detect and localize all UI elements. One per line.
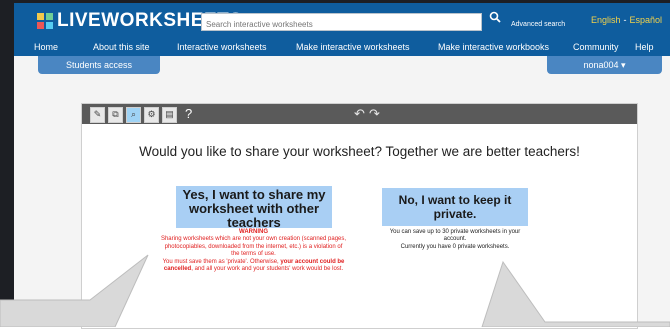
nav-community[interactable]: Community: [573, 42, 619, 52]
nav-interactive-worksheets[interactable]: Interactive worksheets: [177, 42, 267, 52]
site-header: LIVEWORKSHEETS Advanced search English-E…: [14, 3, 670, 56]
lang-separator: -: [623, 15, 627, 25]
private-note-1: You can save up to 30 private worksheets…: [389, 229, 521, 243]
private-note: You can save up to 30 private worksheets…: [382, 229, 528, 251]
nav-home[interactable]: Home: [34, 42, 58, 52]
search-input[interactable]: [202, 16, 470, 33]
nav-about[interactable]: About this site: [93, 42, 150, 52]
warning-text-2: You must save them as 'private'. Otherwi…: [162, 258, 281, 265]
share-button-label: Yes, I want to share my worksheet with o…: [182, 187, 326, 230]
redo-icon[interactable]: ↷: [369, 106, 380, 122]
help-icon[interactable]: ?: [185, 106, 192, 121]
warning-text-1: Sharing worksheets which are not your ow…: [160, 236, 347, 258]
private-note-2: Currently you have 0 private worksheets.: [400, 243, 510, 250]
keep-private-button[interactable]: No, I want to keep it private.: [382, 188, 528, 226]
page: LIVEWORKSHEETS Advanced search English-E…: [14, 3, 670, 329]
search-icon[interactable]: [489, 11, 505, 25]
settings-icon[interactable]: ⚙: [144, 107, 159, 123]
private-button-label: No, I want to keep it private.: [398, 193, 512, 221]
nav-help[interactable]: Help: [635, 42, 654, 52]
share-question: Would you like to share your worksheet? …: [139, 144, 580, 159]
language-switcher: English - Español: [591, 15, 662, 25]
undo-icon[interactable]: ↶: [354, 106, 365, 122]
document-icon[interactable]: ▤: [162, 107, 177, 123]
warning-title: WARNING: [239, 229, 268, 235]
main-nav: Home About this site Interactive workshe…: [14, 40, 670, 56]
edit-icon[interactable]: ✎: [90, 107, 105, 123]
warning-text-2-wrap: You must save them as 'private'. Otherwi…: [160, 259, 347, 274]
share-worksheet-button[interactable]: Yes, I want to share my worksheet with o…: [176, 186, 332, 230]
lang-spanish[interactable]: Español: [629, 15, 662, 25]
students-access-tab[interactable]: Students access: [38, 56, 160, 74]
nav-make-workbooks[interactable]: Make interactive workbooks: [438, 42, 549, 52]
search-box: [201, 13, 482, 33]
advanced-search-link[interactable]: Advanced search: [511, 21, 565, 28]
nav-make-worksheets[interactable]: Make interactive worksheets: [296, 42, 410, 52]
worksheet-panel: ✎ ⧉ ⌕ ⚙ ▤ ? ↶ ↷ Would you like to share …: [81, 103, 638, 329]
logo-mark-icon: [37, 13, 53, 29]
preview-icon[interactable]: ⌕: [126, 107, 141, 123]
warning-text-3: , and all your work and your students' w…: [191, 266, 344, 273]
editor-toolbar: ✎ ⧉ ⌕ ⚙ ▤ ? ↶ ↷: [82, 104, 637, 124]
lang-english[interactable]: English: [591, 15, 621, 25]
copy-icon[interactable]: ⧉: [108, 107, 123, 123]
share-warning: WARNING Sharing worksheets which are not…: [160, 229, 347, 273]
window-frame-left: [0, 0, 14, 327]
user-menu[interactable]: nona004 ▾: [547, 56, 662, 74]
